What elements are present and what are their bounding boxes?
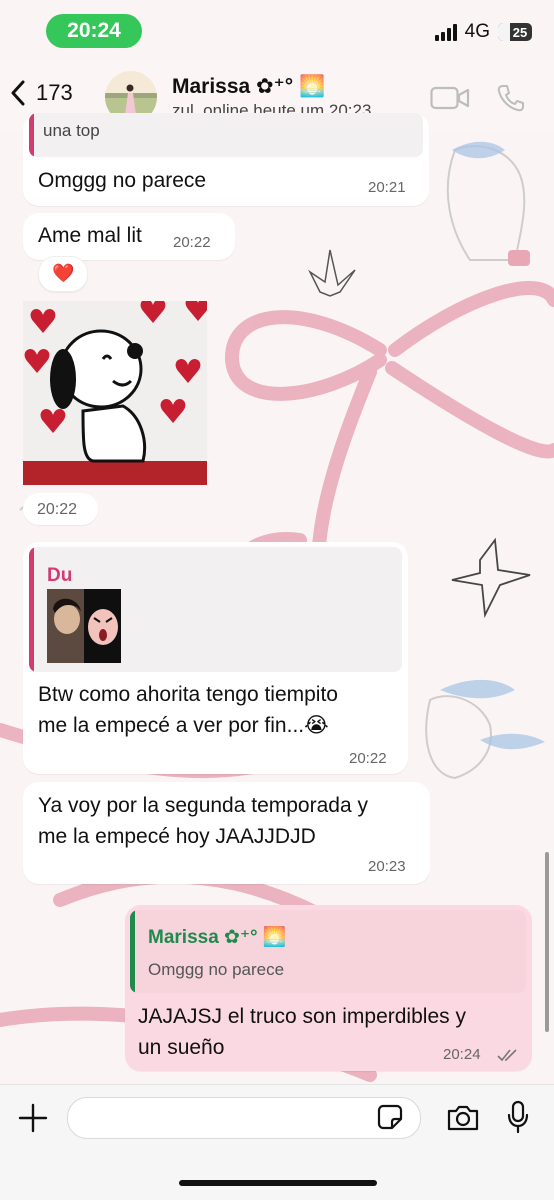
double-check-icon xyxy=(497,1049,517,1062)
reaction-badge[interactable]: ❤️ xyxy=(38,256,88,292)
quoted-author: Du xyxy=(47,565,73,586)
message-text-line: Btw como ahorita tengo tiempito xyxy=(38,683,338,706)
message-time: 20:22 xyxy=(173,234,211,251)
message-time: 20:21 xyxy=(368,179,406,196)
message-text-line: me la empecé a ver por fin...😭 xyxy=(38,714,329,737)
message-time: 20:22 xyxy=(349,750,387,767)
message-bubble-incoming[interactable]: Ame mal lit 20:22 xyxy=(23,213,235,260)
heart-reaction: ❤️ xyxy=(52,263,75,283)
message-text-line: JAJAJSJ el truco son imperdibles y xyxy=(138,1005,466,1028)
quoted-message[interactable]: Du xyxy=(29,547,402,672)
message-time: 20:22 xyxy=(37,501,78,518)
quoted-author-emoji: 🌅 xyxy=(262,927,287,948)
sticker-time-badge: 20:22 xyxy=(23,493,98,525)
crying-emoji: 😭 xyxy=(304,714,329,737)
status-indicators: 4G 25 xyxy=(434,18,532,46)
microphone-icon[interactable] xyxy=(506,1100,530,1134)
message-bubble-incoming[interactable]: Du Btw como ahorita tengo tiempito me la… xyxy=(23,542,408,774)
snoopy-hearts-sticker[interactable] xyxy=(23,301,207,485)
message-text: Ame mal lit xyxy=(38,224,142,247)
signal-icon xyxy=(434,23,457,41)
status-time: 20:24 xyxy=(46,14,142,48)
scrollbar[interactable] xyxy=(545,852,549,1032)
plus-icon[interactable] xyxy=(18,1103,48,1133)
message-text-line: me la empecé hoy JAAJJDJD xyxy=(38,825,316,848)
message-bubble-outgoing[interactable]: Marissa ✿⁺° 🌅 Omggg no parece JAJAJSJ el… xyxy=(125,905,532,1071)
quoted-text: una top xyxy=(43,121,100,140)
camera-icon[interactable] xyxy=(446,1104,480,1132)
message-input[interactable] xyxy=(67,1097,421,1139)
message-bubble-incoming[interactable]: Ya voy por la segunda temporada y me la … xyxy=(23,782,430,884)
message-text: Omggg no parece xyxy=(38,169,207,192)
home-indicator[interactable] xyxy=(179,1180,377,1186)
sticker-icon[interactable] xyxy=(377,1104,403,1130)
quoted-image-thumbnail xyxy=(47,589,121,663)
quoted-message[interactable]: Marissa ✿⁺° 🌅 Omggg no parece xyxy=(130,910,526,993)
battery-icon: 25 xyxy=(498,23,532,41)
quoted-text: Omggg no parece xyxy=(148,960,285,979)
message-text-line: Ya voy por la segunda temporada y xyxy=(38,794,368,817)
network-type: 4G xyxy=(464,21,490,42)
message-time: 20:23 xyxy=(368,858,406,875)
message-bubble-incoming[interactable]: una top Omggg no parece 20:21 xyxy=(23,113,429,206)
message-time: 20:24 xyxy=(443,1046,481,1063)
quoted-author: Marissa ✿⁺° 🌅 xyxy=(148,927,287,948)
message-text-line: un sueño xyxy=(138,1036,225,1059)
quoted-message[interactable]: una top xyxy=(29,113,423,157)
